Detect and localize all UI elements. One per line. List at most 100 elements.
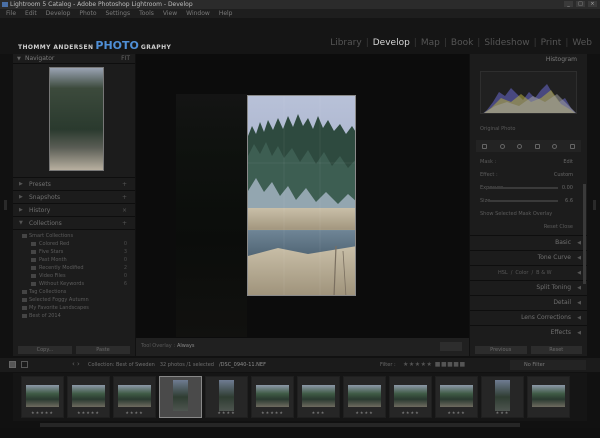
effects-section[interactable]: Effects ◀ — [470, 325, 587, 339]
secondary-window-icon[interactable] — [9, 361, 16, 368]
menu-help[interactable]: Help — [219, 9, 233, 18]
crop-tool-icon[interactable] — [482, 143, 488, 149]
grid-view-icon[interactable] — [21, 361, 28, 368]
list-item[interactable]: Selected Foggy Autumn — [13, 296, 135, 304]
histogram-header[interactable]: Histogram — [470, 54, 587, 66]
mask-mode-value[interactable]: Edit — [563, 156, 573, 169]
module-library[interactable]: Library — [330, 38, 361, 48]
reset-mask-button[interactable]: Reset — [544, 224, 558, 230]
list-item[interactable]: Without Keywords 6 — [13, 280, 135, 288]
effect-select[interactable]: Custom — [554, 169, 573, 182]
menu-edit[interactable]: Edit — [25, 9, 37, 18]
add-icon[interactable]: + — [122, 178, 127, 191]
list-item[interactable]: Video Files 0 — [13, 272, 135, 280]
menu-file[interactable]: File — [6, 9, 16, 18]
filmstrip-thumbnail[interactable]: ★★★★ — [435, 376, 478, 418]
filmstrip-source[interactable]: Collection: Best of Sweden — [88, 362, 155, 368]
list-item[interactable]: Smart Collections — [13, 232, 135, 240]
brush-size-slider[interactable] — [488, 200, 558, 202]
module-map[interactable]: Map — [421, 38, 440, 48]
filmstrip-scrollbar[interactable] — [40, 423, 520, 427]
module-slideshow[interactable]: Slideshow — [484, 38, 529, 48]
copy-button[interactable]: Copy... — [18, 346, 72, 354]
list-item[interactable]: Past Month 0 — [13, 256, 135, 264]
filmstrip-thumbnail[interactable]: ★★★★ — [389, 376, 432, 418]
close-button[interactable]: × — [588, 1, 597, 7]
rating-filter-stars[interactable]: ★★★★★ ■■■■■ — [403, 361, 466, 368]
filmstrip-thumbnail[interactable]: ★★★★ — [205, 376, 248, 418]
add-icon[interactable]: + — [122, 217, 127, 230]
minimize-button[interactable]: _ — [564, 1, 573, 7]
list-item[interactable]: Colored Red 0 — [13, 240, 135, 248]
history-section[interactable]: ▶ History × — [13, 204, 135, 217]
histogram[interactable] — [480, 71, 577, 114]
menu-tools[interactable]: Tools — [139, 9, 154, 18]
brush-size-value[interactable]: 6.6 — [565, 195, 573, 208]
maximize-button[interactable]: □ — [576, 1, 585, 7]
filmstrip-thumbnail[interactable]: ★★★★★ — [21, 376, 64, 418]
add-icon[interactable]: + — [122, 191, 127, 204]
right-panel-toggle[interactable] — [593, 200, 596, 210]
snapshots-section[interactable]: ▶ Snapshots + — [13, 191, 135, 204]
exposure-value[interactable]: 0.00 — [562, 182, 573, 195]
adjustment-brush-icon[interactable] — [569, 143, 575, 149]
menu-window[interactable]: Window — [186, 9, 210, 18]
close-mask-button[interactable]: Close — [559, 224, 573, 230]
filmstrip-thumbnail[interactable]: ★★★ — [297, 376, 340, 418]
hsl-section[interactable]: HSL / Color / B & W ◀ — [470, 265, 587, 279]
show-mask-row[interactable]: Show Selected Mask Overlay — [476, 208, 581, 221]
module-book[interactable]: Book — [451, 38, 473, 48]
tab-color[interactable]: Color — [515, 266, 528, 280]
list-item[interactable]: Tag Collections — [13, 288, 135, 296]
filmstrip-thumbnail[interactable]: ★★★★★ — [67, 376, 110, 418]
reset-button[interactable]: Reset — [530, 346, 582, 354]
list-item[interactable]: My Favorite Landscapes — [13, 304, 135, 312]
collections-section[interactable]: ▼ Collections + — [13, 217, 135, 230]
right-panel-scrollbar[interactable] — [583, 184, 586, 284]
filmstrip[interactable]: ★★★★★ ★★★★★ ★★★★ ★★★★ ★★★★★ ★★★ ★★★★ ★★★★ ★★★★ ★★… — [13, 373, 587, 421]
menu-photo[interactable]: Photo — [79, 9, 96, 18]
filter-select[interactable]: No Filter — [510, 360, 586, 370]
tool-overlay-select[interactable]: Always — [177, 343, 195, 349]
module-print[interactable]: Print — [541, 38, 562, 48]
spot-removal-icon[interactable] — [499, 143, 505, 149]
filmstrip-thumbnail[interactable]: ★★★★ — [113, 376, 156, 418]
module-develop[interactable]: Develop — [373, 38, 410, 48]
navigator-preview[interactable] — [13, 64, 135, 178]
menu-settings[interactable]: Settings — [106, 9, 131, 18]
left-panel-toggle[interactable] — [4, 200, 7, 210]
navigator-header[interactable]: ▼ Navigator FIT — [13, 54, 135, 64]
exposure-slider[interactable] — [488, 187, 558, 189]
tone-curve-section[interactable]: Tone Curve ◀ — [470, 250, 587, 264]
back-forward-icon[interactable]: ‹ › — [72, 360, 80, 368]
filmstrip-thumbnail[interactable] — [527, 376, 570, 418]
presets-section[interactable]: ▶ Presets + — [13, 178, 135, 191]
filmstrip-thumbnail[interactable]: ★★★ — [481, 376, 524, 418]
tab-bw[interactable]: B & W — [536, 266, 551, 280]
previous-button[interactable]: Previous — [475, 346, 527, 354]
filmstrip-thumbnail[interactable]: ★★★★ — [343, 376, 386, 418]
basic-section[interactable]: Basic ◀ — [470, 235, 587, 249]
radial-filter-icon[interactable] — [552, 143, 558, 149]
paste-button[interactable]: Paste — [76, 346, 130, 354]
main-photo[interactable] — [247, 95, 356, 296]
split-toning-section[interactable]: Split Toning ◀ — [470, 280, 587, 294]
filmstrip-thumbnail[interactable]: ★★★★★ — [251, 376, 294, 418]
detail-section[interactable]: Detail ◀ — [470, 295, 587, 309]
menu-develop[interactable]: Develop — [46, 9, 71, 18]
image-canvas[interactable]: Tool Overlay : Always — [136, 54, 469, 356]
menu-view[interactable]: View — [163, 9, 177, 18]
lens-corrections-section[interactable]: Lens Corrections ◀ — [470, 310, 587, 324]
list-item[interactable]: Five Stars 3 — [13, 248, 135, 256]
module-web[interactable]: Web — [572, 38, 592, 48]
list-item[interactable]: Recently Modified 2 — [13, 264, 135, 272]
bottom-panel-toggle[interactable] — [0, 428, 600, 438]
graduated-filter-icon[interactable] — [534, 143, 540, 149]
done-button[interactable] — [440, 342, 462, 351]
red-eye-icon[interactable] — [517, 143, 523, 149]
tab-hsl[interactable]: HSL — [498, 266, 508, 280]
list-item[interactable]: Best of 2014 — [13, 312, 135, 320]
navigator-zoom[interactable]: FIT — [121, 54, 130, 64]
filmstrip-thumbnail[interactable] — [159, 376, 202, 418]
clear-icon[interactable]: × — [122, 204, 127, 217]
